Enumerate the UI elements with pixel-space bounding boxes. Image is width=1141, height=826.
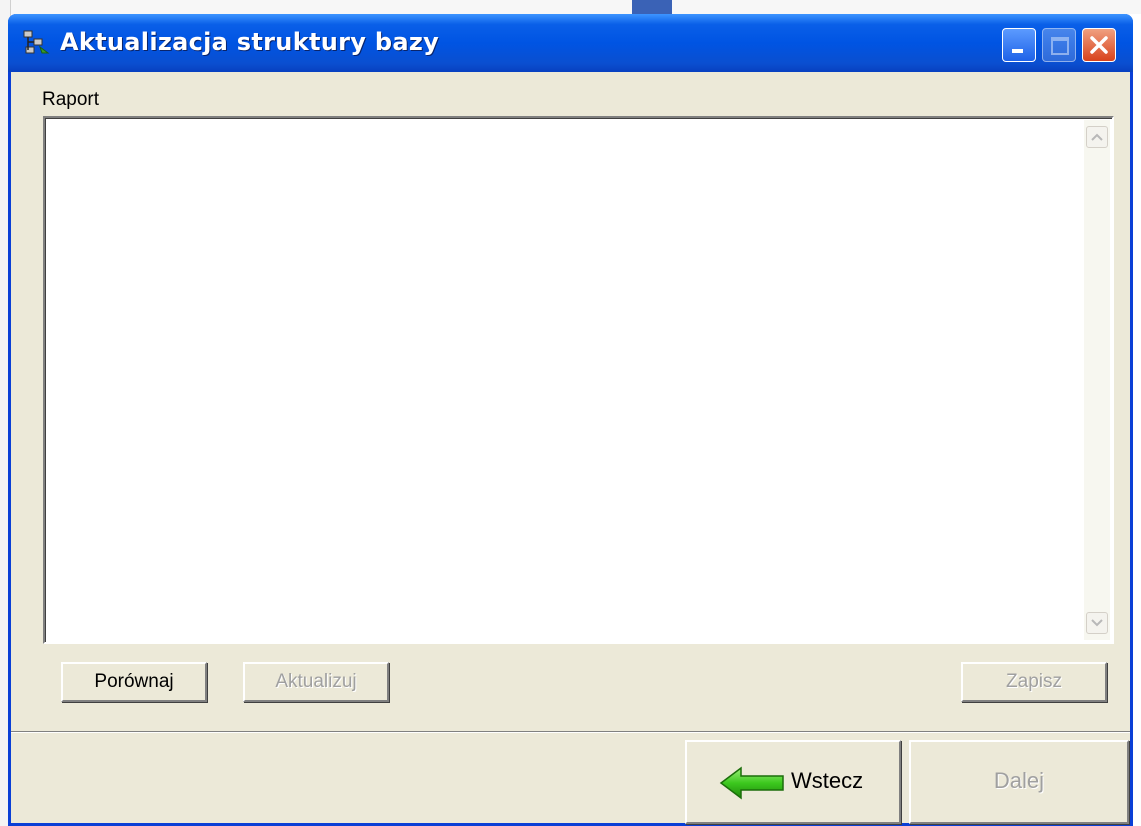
chevron-up-icon: [1091, 133, 1103, 141]
report-textarea[interactable]: [43, 116, 1114, 644]
scroll-down-button[interactable]: [1086, 612, 1108, 634]
next-button-label: Dalej: [993, 768, 1045, 793]
report-scrollbar[interactable]: [1084, 120, 1110, 640]
back-button-label: Wstecz: [791, 768, 864, 793]
compare-button-label: Porównaj: [94, 671, 174, 692]
title-bar[interactable]: Aktualizacja struktury bazy: [8, 14, 1133, 72]
update-button-label: Aktualizuj: [275, 671, 357, 692]
dialog-window: Aktualizacja struktury bazy Raport Porów…: [8, 14, 1133, 826]
compare-button[interactable]: Porównaj: [61, 662, 207, 702]
next-button[interactable]: Dalej: [909, 740, 1129, 824]
green-left-arrow-icon: [719, 766, 784, 800]
database-tree-icon: [23, 30, 50, 54]
save-button-label: Zapisz: [1006, 671, 1062, 692]
window-title: Aktualizacja struktury bazy: [60, 28, 440, 56]
report-label: Raport: [42, 89, 100, 110]
scroll-up-button[interactable]: [1086, 126, 1108, 148]
save-button[interactable]: Zapisz: [961, 662, 1107, 702]
close-icon: [1090, 36, 1108, 54]
background-accent: [632, 0, 672, 14]
minimize-button[interactable]: [1002, 28, 1036, 62]
close-button[interactable]: [1082, 28, 1116, 62]
footer-separator: [11, 731, 1130, 733]
maximize-button[interactable]: [1042, 28, 1076, 62]
background-app-strip: [0, 0, 1141, 14]
chevron-down-icon: [1091, 619, 1103, 627]
back-button[interactable]: Wstecz: [685, 740, 901, 824]
update-button[interactable]: Aktualizuj: [243, 662, 389, 702]
